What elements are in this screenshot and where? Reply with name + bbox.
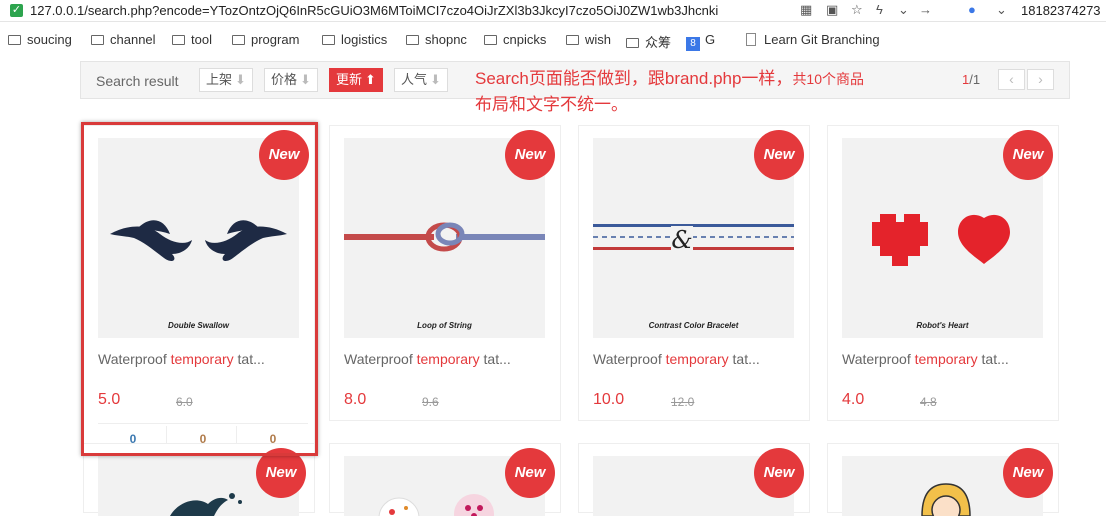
document-icon [746, 33, 756, 46]
folder-icon [406, 35, 419, 45]
product-price: 8.0 [344, 391, 367, 408]
lightning-icon[interactable]: ϟ [876, 2, 883, 17]
annotation-text: Search页面能否做到，跟brand.php一样，共10个商品 布局和文字不统… [475, 66, 864, 117]
product-price: 10.0 [593, 391, 625, 408]
bookmark-crowdfunding[interactable]: 众筹 [626, 32, 671, 51]
product-price: 4.0 [842, 391, 865, 408]
bookmark-program[interactable]: program [232, 32, 299, 47]
star-icon[interactable]: ☆ [851, 2, 863, 18]
page-indicator: 1/1 [962, 72, 981, 87]
product-title[interactable]: Waterproof temporary tat... [593, 351, 760, 367]
bookmark-google[interactable]: 8G [686, 32, 715, 51]
bookmarks-bar: soucing channel tool program logistics s… [0, 30, 1106, 52]
folder-icon [172, 35, 185, 45]
paw-icon[interactable]: ● [968, 2, 976, 17]
secure-check-icon: ✓ [10, 4, 23, 17]
sort-popularity-button[interactable]: 人气 ⬇ [394, 68, 448, 92]
bookmark-logistics[interactable]: logistics [322, 32, 387, 47]
arrow-down-icon: ⬇ [300, 72, 311, 87]
highlight-box [81, 122, 318, 456]
url-field[interactable]: 127.0.0.1/search.php?encode=YTozOntzOjQ6… [30, 3, 775, 18]
bookmark-shopnc[interactable]: shopnc [406, 32, 467, 47]
next-page-button[interactable]: › [1027, 69, 1054, 90]
google-icon: 8 [686, 37, 700, 51]
arrow-down-icon: ⬇ [430, 72, 441, 87]
bookmark-learn-git[interactable]: Learn Git Branching [746, 32, 880, 47]
product-title[interactable]: Waterproof temporary tat... [344, 351, 511, 367]
folder-icon [566, 35, 579, 45]
folder-icon [484, 35, 497, 45]
new-badge: New [754, 130, 804, 180]
result-count: 共10个商品 [792, 71, 865, 87]
sort-updated-button[interactable]: 更新 ⬆ [329, 68, 383, 92]
sort-price-button[interactable]: 价格 ⬇ [264, 68, 318, 92]
product-caption: Contrast Color Bracelet [648, 321, 739, 330]
folder-icon [322, 35, 335, 45]
new-badge: New [1003, 448, 1053, 498]
forward-arrow-icon[interactable]: → [919, 2, 932, 17]
annotation-line-2: 布局和文字不统一。 [475, 95, 628, 114]
new-badge: New [505, 448, 555, 498]
product-original-price: 4.8 [920, 395, 937, 409]
address-bar[interactable]: ✓ 127.0.0.1/search.php?encode=YTozOntzOj… [0, 0, 1106, 22]
chevron-down-icon[interactable]: ⌄ [996, 2, 1007, 18]
new-badge: New [505, 130, 555, 180]
new-badge: New [1003, 130, 1053, 180]
product-caption: Loop of String [417, 321, 472, 330]
folder-icon [8, 35, 21, 45]
new-badge: New [754, 448, 804, 498]
bookmark-wish[interactable]: wish [566, 32, 611, 47]
sort-newest-listed-button[interactable]: 上架 ⬇ [199, 68, 253, 92]
product-caption: Robot's Heart [916, 321, 969, 330]
arrow-down-icon: ⬇ [235, 72, 246, 87]
annotation-line-1: Search页面能否做到，跟brand.php一样， [475, 69, 793, 88]
chevron-down-icon[interactable]: ⌄ [898, 2, 909, 18]
svg-text:&: & [671, 226, 692, 254]
bookmark-tool[interactable]: tool [172, 32, 212, 47]
folder-icon [91, 35, 104, 45]
folder-icon [626, 38, 639, 48]
folder-icon [232, 35, 245, 45]
product-original-price: 12.0 [671, 395, 695, 409]
product-title[interactable]: Waterproof temporary tat... [842, 351, 1009, 367]
search-result-label: Search result [96, 73, 179, 89]
bookmark-cnpicks[interactable]: cnpicks [484, 32, 546, 47]
product-original-price: 9.6 [422, 395, 439, 409]
bookmark-soucing[interactable]: soucing [8, 32, 72, 47]
account-name[interactable]: 18182374273 [1021, 3, 1101, 18]
qr-code-icon[interactable]: ▦ [800, 2, 812, 18]
arrow-up-icon: ⬆ [365, 72, 376, 87]
page-icon[interactable]: ▣ [826, 2, 838, 18]
bookmark-channel[interactable]: channel [91, 32, 156, 47]
prev-page-button[interactable]: ‹ [998, 69, 1025, 90]
